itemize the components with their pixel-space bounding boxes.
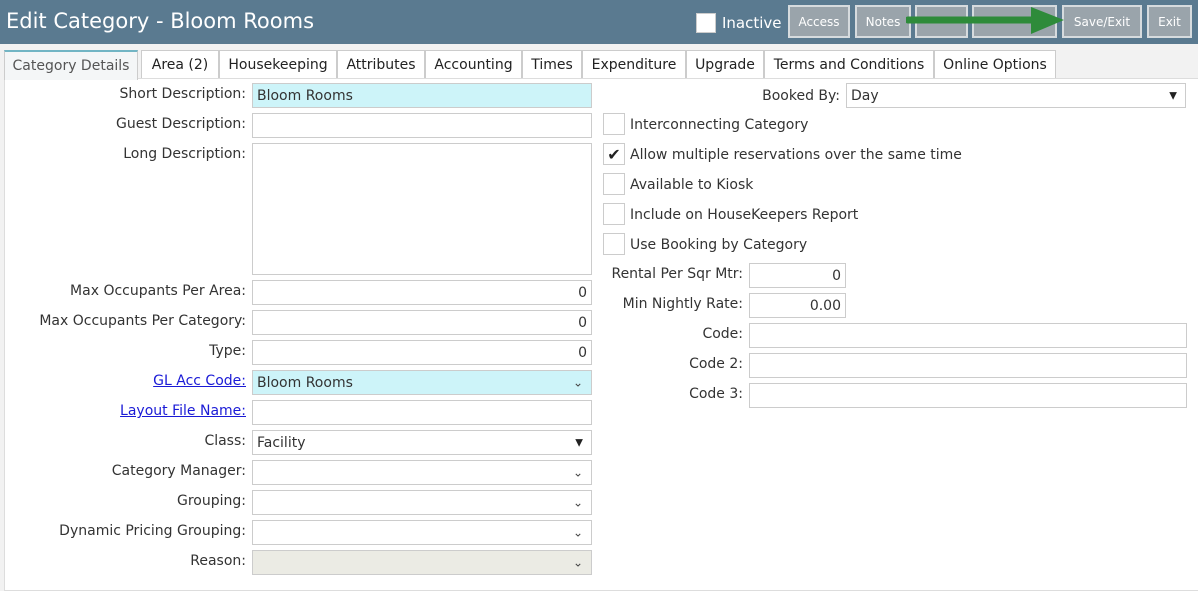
long-description-textarea[interactable]	[252, 143, 592, 275]
code-3-label: Code 3:	[689, 386, 743, 402]
tab-online-options[interactable]: Online Options	[934, 50, 1056, 79]
booked-by-value: Day	[851, 87, 879, 104]
dropdown-triangle-icon: ▼	[1169, 90, 1177, 101]
tab-expenditure[interactable]: Expenditure	[582, 50, 686, 79]
max-occupants-area-value: 0	[578, 284, 587, 301]
max-occupants-category-value: 0	[578, 314, 587, 331]
min-nightly-rate-input[interactable]: 0.00	[749, 293, 846, 318]
inactive-label: Inactive	[722, 14, 782, 32]
code-2-label: Code 2:	[689, 356, 743, 372]
type-input[interactable]: 0	[252, 340, 592, 365]
category-manager-select[interactable]: ⌄	[252, 460, 592, 485]
tab-category-details[interactable]: Category Details	[4, 50, 138, 80]
tab-times[interactable]: Times	[522, 50, 582, 79]
code-2-input[interactable]	[749, 353, 1187, 378]
rental-per-sqr-mtr-input[interactable]: 0	[749, 263, 846, 288]
gl-acc-code-value: Bloom Rooms	[257, 374, 353, 391]
max-occupants-category-label: Max Occupants Per Category:	[39, 313, 246, 329]
short-description-input[interactable]: Bloom Rooms	[252, 83, 592, 108]
chevron-down-icon: ⌄	[572, 374, 583, 389]
header-bar: Edit Category - Bloom Rooms Inactive Acc…	[0, 0, 1198, 44]
max-occupants-category-input[interactable]: 0	[252, 310, 592, 335]
booked-by-label: Booked By:	[762, 88, 840, 104]
guest-description-label: Guest Description:	[115, 116, 246, 132]
booked-by-select[interactable]: Day ▼	[846, 83, 1186, 108]
max-occupants-area-label: Max Occupants Per Area:	[70, 283, 246, 299]
reason-select[interactable]: ⌄	[252, 550, 592, 575]
min-nightly-rate-label: Min Nightly Rate:	[622, 296, 743, 312]
long-description-label: Long Description:	[123, 146, 246, 162]
save-exit-button[interactable]: Save/Exit	[1062, 5, 1142, 38]
reason-label: Reason:	[190, 553, 246, 569]
tab-upgrade[interactable]: Upgrade	[686, 50, 764, 79]
code-3-input[interactable]	[749, 383, 1187, 408]
code-input[interactable]	[749, 323, 1187, 348]
dynamic-pricing-grouping-label: Dynamic Pricing Grouping:	[59, 523, 246, 539]
chevron-down-icon: ⌄	[572, 524, 583, 539]
gl-acc-code-link[interactable]: GL Acc Code:	[153, 373, 246, 389]
tab-bar: Category Details Area (2) Housekeeping A…	[0, 44, 1198, 80]
rental-per-sqr-mtr-value: 0	[832, 267, 841, 284]
tab-attributes[interactable]: Attributes	[337, 50, 425, 79]
access-button[interactable]: Access	[788, 5, 850, 38]
layout-file-name-link[interactable]: Layout File Name:	[120, 403, 246, 419]
tab-accounting[interactable]: Accounting	[425, 50, 522, 79]
rental-per-sqr-mtr-label: Rental Per Sqr Mtr:	[611, 266, 743, 282]
chevron-down-icon: ⌄	[572, 554, 583, 569]
type-value: 0	[578, 344, 587, 361]
code-label: Code:	[702, 326, 743, 342]
tab-area[interactable]: Area (2)	[141, 50, 219, 79]
grouping-select[interactable]: ⌄	[252, 490, 592, 515]
layout-file-name-input[interactable]	[252, 400, 592, 425]
kiosk-label: Available to Kiosk	[630, 177, 754, 193]
tab-housekeeping[interactable]: Housekeeping	[219, 50, 337, 79]
booking-by-category-label: Use Booking by Category	[630, 237, 808, 253]
class-value: Facility	[257, 434, 306, 451]
kiosk-checkbox[interactable]	[603, 173, 625, 195]
max-occupants-area-input[interactable]: 0	[252, 280, 592, 305]
allow-multiple-label: Allow multiple reservations over the sam…	[630, 147, 962, 163]
min-nightly-rate-value: 0.00	[809, 297, 841, 314]
housekeepers-report-checkbox[interactable]	[603, 203, 625, 225]
category-manager-label: Category Manager:	[111, 463, 246, 479]
tab-terms-and-conditions[interactable]: Terms and Conditions	[764, 50, 934, 79]
gl-acc-code-select[interactable]: Bloom Rooms ⌄	[252, 370, 592, 395]
class-label: Class:	[204, 433, 246, 449]
checkmark-icon: ✔	[607, 144, 621, 164]
notes-button[interactable]: Notes	[855, 5, 911, 38]
short-description-label: Short Description:	[119, 86, 246, 102]
interconnecting-label: Interconnecting Category	[630, 117, 809, 133]
dropdown-triangle-icon: ▼	[575, 437, 583, 448]
exit-button[interactable]: Exit	[1147, 5, 1192, 38]
chevron-down-icon: ⌄	[572, 494, 583, 509]
type-label: Type:	[209, 343, 246, 359]
class-select[interactable]: Facility ▼	[252, 430, 592, 455]
page-title: Edit Category - Bloom Rooms	[6, 9, 315, 33]
dynamic-pricing-grouping-select[interactable]: ⌄	[252, 520, 592, 545]
inactive-checkbox[interactable]	[696, 13, 716, 33]
short-description-value: Bloom Rooms	[257, 87, 353, 104]
chevron-down-icon: ⌄	[572, 464, 583, 479]
interconnecting-checkbox[interactable]	[603, 113, 625, 135]
allow-multiple-checkbox[interactable]: ✔	[603, 143, 625, 165]
grouping-label: Grouping:	[177, 493, 246, 509]
housekeepers-report-label: Include on HouseKeepers Report	[630, 207, 859, 223]
booking-by-category-checkbox[interactable]	[603, 233, 625, 255]
green-arrow-annotation	[906, 7, 1064, 34]
guest-description-input[interactable]	[252, 113, 592, 138]
